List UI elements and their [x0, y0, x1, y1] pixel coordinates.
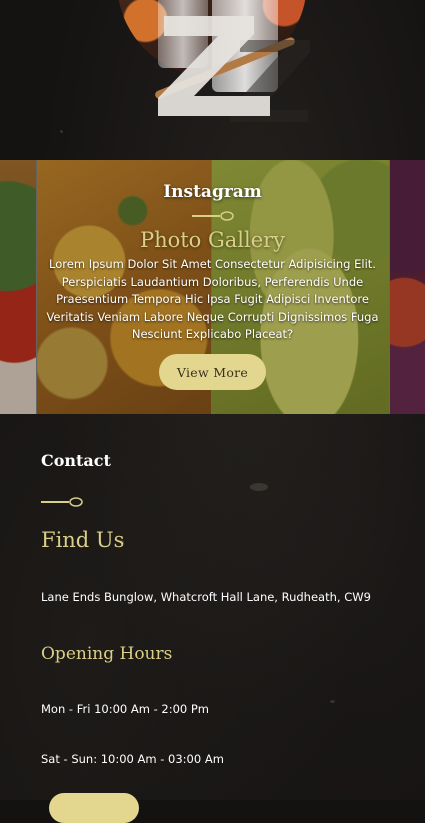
gallery-description: Lorem Ipsum Dolor Sit Amet Consectetur A…	[46, 257, 379, 341]
brand-logo-icon[interactable]	[158, 16, 270, 116]
hero-section	[0, 0, 425, 160]
address-text: Lane Ends Bunglow, Whatcroft Hall Lane, …	[41, 590, 371, 604]
opening-hours-title: Opening Hours	[41, 644, 173, 664]
spoon-ornament-icon	[41, 497, 83, 507]
view-more-button[interactable]: View More	[159, 354, 266, 390]
hours-weekend: Sat - Sun: 10:00 Am - 03:00 Am	[41, 752, 224, 766]
instagram-heading: Instagram	[163, 182, 262, 202]
background-speck	[250, 483, 268, 491]
spoon-ornament-icon	[192, 211, 234, 221]
find-us-title: Find Us	[41, 528, 125, 552]
photo-gallery-title: Photo Gallery	[139, 228, 286, 252]
contact-action-button[interactable]	[49, 793, 139, 823]
hours-weekday: Mon - Fri 10:00 Am - 2:00 Pm	[41, 702, 210, 716]
contact-heading: Contact	[41, 451, 111, 470]
background-speck	[330, 700, 335, 703]
